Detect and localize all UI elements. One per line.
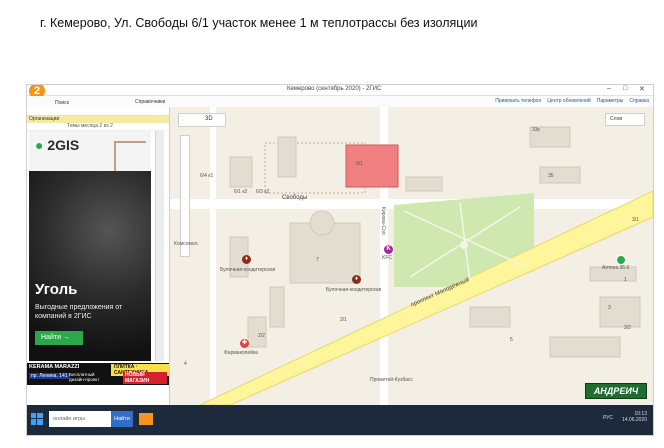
settings-button[interactable]: Параметры: [597, 98, 624, 104]
kfc-label[interactable]: KFC: [382, 255, 392, 261]
bakery-label-1[interactable]: Булочная-кондитерская: [220, 267, 275, 273]
bakery-label-2[interactable]: Булочная-кондитерская: [326, 287, 381, 293]
2gis-taskbar-icon[interactable]: [139, 413, 153, 425]
apteka-label[interactable]: Аптека 36.6: [602, 265, 629, 271]
ad-brand-text: 2GIS: [47, 137, 80, 153]
window-title: Кемерово (сентябрь 2020) - 2ГИС: [287, 86, 382, 92]
zoom-slider[interactable]: [180, 135, 190, 257]
map-view[interactable]: 3D Слои Свободы Кирова-Сол. проспект Мол…: [170, 107, 653, 405]
ad-text: Выгодные предложения от компаний в 2ГИС: [35, 304, 123, 320]
side-street: [210, 107, 216, 405]
pharmacy-icon[interactable]: ✚: [240, 339, 249, 348]
windows-taskbar: онлайн игры Найти РУС 10:13 14.06.2020: [27, 405, 653, 435]
banner-promo: НОВЫЙ МАГАЗИН: [123, 372, 167, 384]
house-number: 3/2: [624, 325, 631, 331]
close-button[interactable]: ✕: [639, 85, 645, 93]
house-number: 6/3 к2: [256, 189, 270, 195]
bakery-icon[interactable]: ♦: [352, 275, 361, 284]
house-number: 3: [608, 305, 611, 311]
prometey-label[interactable]: Прометей-Кузбасс: [370, 377, 413, 383]
language-indicator[interactable]: РУС: [603, 415, 613, 421]
left-panel-header: [27, 107, 169, 116]
house-number: 6/1: [356, 161, 363, 167]
help-button[interactable]: Справка: [629, 98, 649, 104]
update-center-button[interactable]: Центр обновлений: [547, 98, 590, 104]
apteka-marker-icon[interactable]: [616, 255, 626, 265]
bakery-icon[interactable]: ♦: [242, 255, 251, 264]
banner-address: пр. Ленина, 141: [29, 373, 70, 379]
house-number: 35: [548, 173, 554, 179]
house-number: 33к: [532, 127, 540, 133]
house-number: 2/2: [258, 333, 265, 339]
house-number: 5: [510, 337, 513, 343]
andreich-sponsor-logo[interactable]: АНДРЕИЧ: [585, 383, 647, 399]
taskbar-search-input[interactable]: онлайн игры: [49, 411, 111, 427]
highlighted-building: [345, 144, 399, 188]
house-number: 7: [316, 257, 319, 263]
organizations-tab[interactable]: Организации: [27, 116, 169, 123]
street-label-komsomol: Комсомол.: [174, 241, 199, 247]
taskbar-search-button[interactable]: Найти: [111, 411, 133, 427]
left-panel: Организации Темы месяца 2 из 2 ● 2GIS Уг…: [27, 107, 170, 405]
left-panel-scrollbar[interactable]: [155, 131, 164, 361]
page-caption: г. Кемерово, Ул. Свободы 6/1 участок мен…: [40, 16, 478, 30]
pharmacy-label[interactable]: Фармакопейка: [224, 350, 258, 356]
maximize-button[interactable]: □: [623, 85, 627, 92]
house-number: 2/1: [340, 317, 347, 323]
search-tab[interactable]: Поиск: [55, 100, 69, 106]
banner-service: Бесплатный дизайн-проект: [69, 372, 100, 382]
house-number: 6/4 к1: [200, 173, 214, 179]
house-number: 3/1: [632, 217, 639, 223]
street-label-kirova: Кирова-Сол.: [380, 207, 386, 236]
street-label-svobody: Свободы: [282, 195, 308, 201]
app-screenshot: 2 Кемерово (сентябрь 2020) - 2ГИС – □ ✕ …: [26, 84, 654, 436]
directory-tab[interactable]: Справочники: [135, 99, 165, 105]
layers-button[interactable]: Слои: [605, 113, 645, 126]
topics-pager[interactable]: Темы месяца 2 из 2: [27, 123, 169, 131]
windows-start-icon[interactable]: [31, 413, 43, 425]
house-number: 6/1 к2: [234, 189, 248, 195]
coal-ad[interactable]: ● 2GIS Уголь Выгодные предложения от ком…: [29, 131, 151, 361]
banner-brand: KERAMA MARAZZI: [29, 364, 80, 370]
clock-date: 14.06.2020: [621, 417, 647, 423]
kerama-banner[interactable]: KERAMA MARAZZI пр. Ленина, 141 Бесплатны…: [27, 363, 169, 385]
title-bar: 2 Кемерово (сентябрь 2020) - 2ГИС – □ ✕: [27, 85, 653, 99]
map-view-controls[interactable]: 3D: [178, 113, 226, 127]
house-number: 4: [184, 361, 187, 367]
ad-brand: ● 2GIS: [35, 137, 80, 153]
ad-find-button[interactable]: Найти →: [35, 331, 83, 345]
3d-toggle-button[interactable]: 3D: [205, 116, 213, 122]
ad-headline: Уголь: [35, 281, 78, 298]
clock[interactable]: 10:13 14.06.2020: [622, 411, 647, 423]
house-number: 1: [624, 277, 627, 283]
kfc-icon[interactable]: K: [384, 245, 393, 254]
link-phone-button[interactable]: Привязать телефон: [495, 98, 541, 104]
minimize-button[interactable]: –: [607, 85, 611, 92]
